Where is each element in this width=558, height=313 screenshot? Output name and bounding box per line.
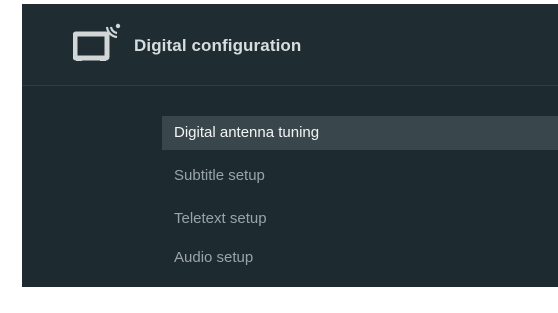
menu-item-teletext-setup[interactable]: Teletext setup [162,202,558,236]
menu-header: Digital configuration [22,4,558,85]
page-title: Digital configuration [134,36,302,55]
menu-item-audio-setup[interactable]: Audio setup [162,241,558,275]
menu-item-digital-antenna-tuning[interactable]: Digital antenna tuning [162,116,558,150]
tv-satellite-icon [73,23,121,61]
header-divider [22,85,558,86]
tv-menu-screen: Digital configuration Digital antenna tu… [22,4,558,287]
menu-item-subtitle-setup[interactable]: Subtitle setup [162,159,558,193]
